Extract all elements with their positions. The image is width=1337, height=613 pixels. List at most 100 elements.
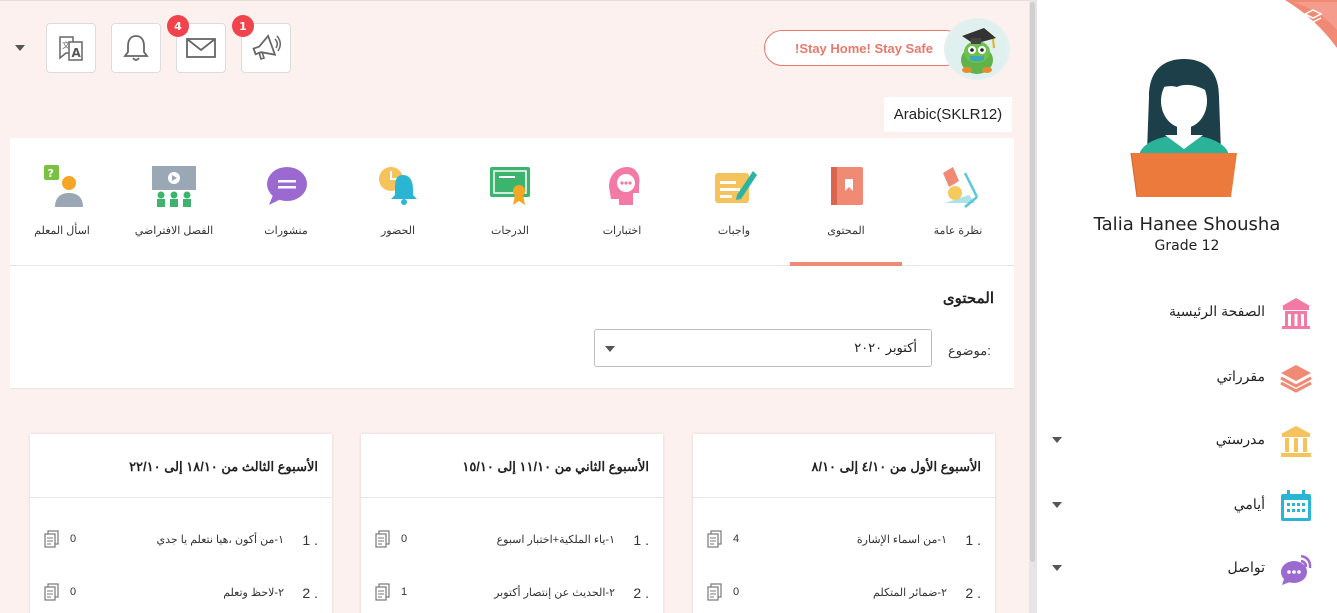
certificate-icon [490,167,530,205]
tab-label: نظرة عامة [933,225,983,237]
tab-grades[interactable]: الدرجات [454,138,566,266]
notifications-button[interactable] [111,23,161,73]
main-area: A 文 4 1 !Stay Home! Stay Safe Arabic(SKL… [0,0,1029,613]
sidebar-item-my-days[interactable]: أيامي [1037,485,1337,525]
mascot-avatar[interactable] [944,18,1010,80]
topic-select-value: أكتوبر ٢٠٢٠ [854,340,917,355]
course-label: Arabic(SKLR12) [884,97,1012,132]
document-icon [707,583,722,601]
tab-quizzes[interactable]: اختبارات [566,138,678,266]
messages-button[interactable]: 4 [167,15,226,73]
sidebar-item-home[interactable]: الصفحة الرئيسية [1037,292,1337,332]
tab-content[interactable]: المحتوى [790,138,902,266]
content-panel: المحتوى موضوع: أكتوبر ٢٠٢٠ [10,266,1014,389]
lesson-row[interactable]: 2 . ٢-ضمائر المتكلم 0 [693,579,995,607]
lamp-icon [943,167,979,208]
main-scrollbar[interactable] [1029,0,1036,613]
stay-home-banner[interactable]: !Stay Home! Stay Safe [764,30,964,66]
announcements-badge: 1 [232,15,254,37]
tab-attendance[interactable]: الحضور [342,138,454,266]
tab-label: اسأل المعلم [34,225,90,237]
chevron-down-icon [605,346,615,352]
week-title: الأسبوع الأول من ٤/١٠ إلى ٨/١٠ [811,459,981,474]
bell-icon [123,35,149,61]
sidebar-item-courses[interactable]: مقرراتي [1037,357,1337,397]
lesson-name[interactable]: ١-من أكون ،هيا نتعلم يا جدي [157,533,284,546]
sidebar-item-label: أيامي [1233,496,1265,512]
layers-icon [1280,365,1312,393]
lesson-count: 0 [70,586,77,598]
messages-badge: 4 [167,15,189,37]
svg-text:?: ? [48,167,54,180]
tab-label: اختبارات [602,225,642,237]
mascot-icon [947,19,1007,79]
chevron-down-icon[interactable] [1052,565,1062,571]
tab-label: الحضور [380,225,416,237]
lesson-name[interactable]: ١-ياء الملكية+اختبار اسبوع [497,533,615,546]
content-title: المحتوى [942,290,994,307]
lesson-count: 0 [70,533,77,545]
ask-teacher-icon: ? [44,165,83,207]
tab-label: الدرجات [490,225,529,237]
document-icon [707,530,722,548]
chevron-down-icon[interactable] [1052,502,1062,508]
chevron-down-icon[interactable] [1052,437,1062,443]
svg-text:文: 文 [62,40,70,50]
sidebar-item-label: تواصل [1227,559,1265,575]
pen-paper-icon [715,171,757,203]
lesson-count: 0 [401,533,408,545]
tab-virtual-class[interactable]: الفصل الافتراضي [118,138,230,266]
sidebar-item-my-school[interactable]: مدرستي [1037,420,1337,460]
week-title: الأسبوع الثاني من ١١/١٠ إلى ١٥/١٠ [462,459,649,474]
divider [693,497,995,498]
lesson-row[interactable]: 1 . ١-ياء الملكية+اختبار اسبوع 0 [361,526,663,554]
lesson-count: 1 [401,586,408,598]
lesson-row[interactable]: 2 . ٢-لاحظ وتعلم 0 [30,579,332,607]
announcements-button[interactable]: 1 [232,15,291,73]
course-tabs: نظرة عامة المحتوى واجبات اختبارات الدرجا… [10,138,1014,266]
head-dots-icon [609,167,640,205]
lesson-number: 2 . [633,585,649,601]
tab-assignments[interactable]: واجبات [678,138,790,266]
tab-label: واجبات [717,225,751,237]
virtual-class-icon [152,166,196,207]
lesson-count: 0 [733,586,740,598]
document-icon [375,530,390,548]
sidebar-item-label: مدرستي [1215,431,1265,447]
lesson-name[interactable]: ٢-لاحظ وتعلم [223,586,284,599]
week-title: الأسبوع الثالث من ١٨/١٠ إلى ٢٢/١٠ [129,459,318,474]
sidebar-item-communication[interactable]: تواصل [1037,548,1337,588]
lesson-name[interactable]: ١-من اسماء الإشارة [857,533,947,546]
user-avatar[interactable] [1127,57,1241,197]
topic-select[interactable]: أكتوبر ٢٠٢٠ [594,329,932,367]
divider [361,497,663,498]
tab-ask-teacher[interactable]: ? اسأل المعلم [6,138,118,266]
lesson-number: 2 . [302,585,318,601]
translate-button[interactable]: A 文 [46,23,96,73]
book-icon [831,167,863,205]
tab-label: منشورات [264,225,308,237]
tab-posts[interactable]: منشورات [230,138,342,266]
sidebar-item-label: الصفحة الرئيسية [1168,303,1265,319]
user-name: Talia Hanee Shousha [1093,214,1281,235]
logo-corner-icon[interactable] [1265,0,1337,48]
sidebar: Talia Hanee Shousha Grade 12 الصفحة الرئ… [1036,0,1337,613]
week-card: الأسبوع الأول من ٤/١٠ إلى ٨/١٠ 1 . ١-من … [693,434,995,613]
megaphone-icon [252,34,281,61]
user-menu-caret-icon[interactable] [15,45,25,51]
lesson-name[interactable]: ٢-الحديث عن إنتصار أكتوبر [494,586,615,599]
tab-label: المحتوى [827,225,865,237]
lesson-name[interactable]: ٢-ضمائر المتكلم [873,586,947,599]
chat-icon [1281,554,1312,585]
lesson-row[interactable]: 2 . ٢-الحديث عن إنتصار أكتوبر 1 [361,579,663,607]
school-building-icon [1282,298,1310,329]
document-icon [375,583,390,601]
envelope-icon [186,38,216,58]
week-card: الأسبوع الثالث من ١٨/١٠ إلى ٢٢/١٠ 1 . ١-… [30,434,332,613]
scrollbar-thumb[interactable] [1030,2,1035,562]
lesson-row[interactable]: 1 . ١-من أكون ،هيا نتعلم يا جدي 0 [30,526,332,554]
tab-overview[interactable]: نظرة عامة [902,138,1014,266]
translate-icon: A 文 [59,36,83,61]
lesson-row[interactable]: 1 . ١-من اسماء الإشارة 4 [693,526,995,554]
institution-icon [1281,426,1311,457]
